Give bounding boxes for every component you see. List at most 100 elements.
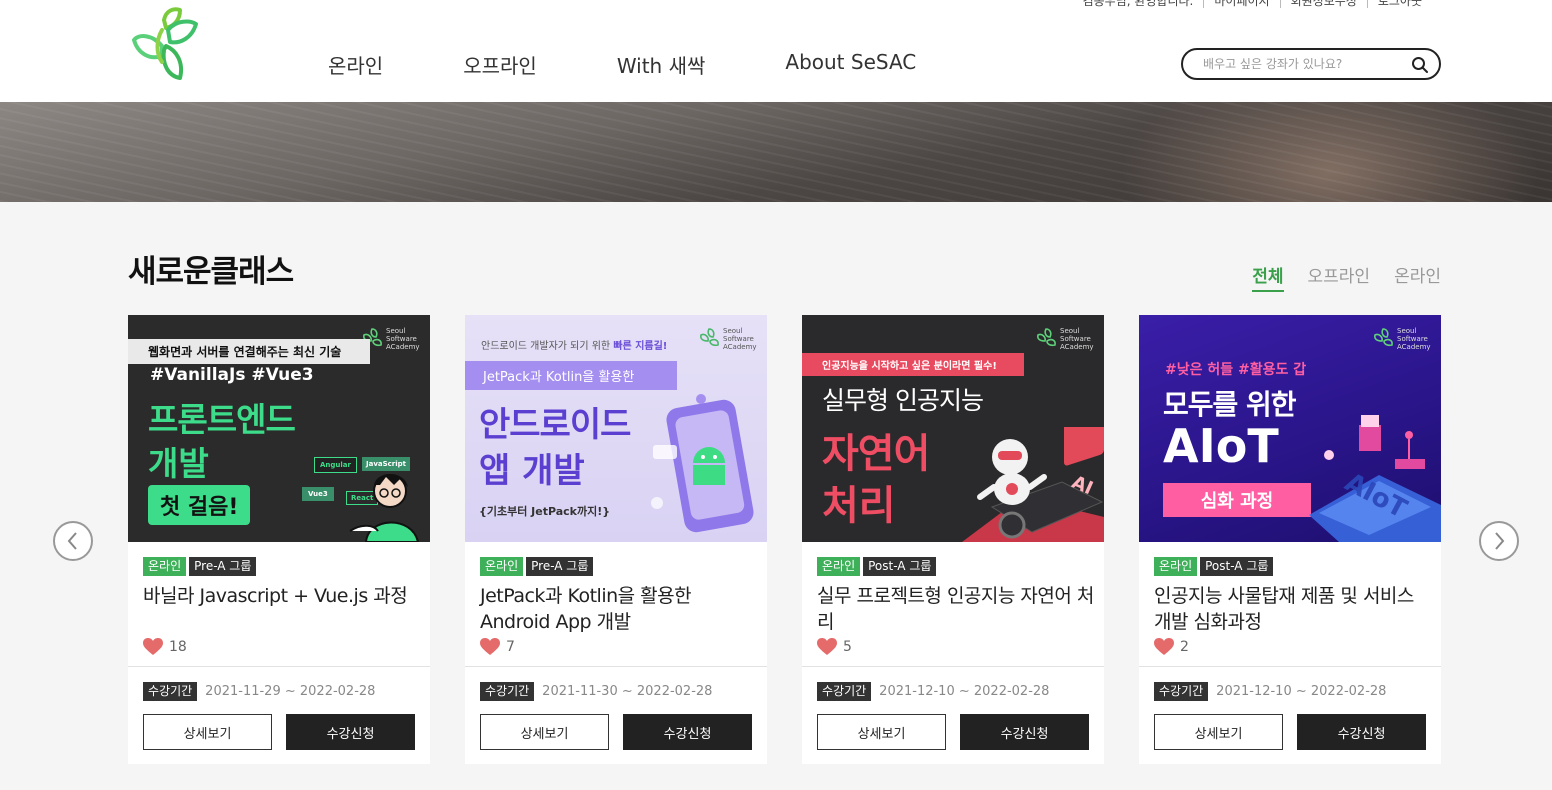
welcome-text: 김종우님, 환영합니다. <box>1082 0 1194 8</box>
class-title[interactable]: 인공지능 사물탑재 제품 및 서비스 개발 심화과정 <box>1154 583 1434 635</box>
tag-online: 온라인 <box>143 557 187 576</box>
class-title[interactable]: JetPack과 Kotlin을 활용한 Android App 개발 <box>480 583 760 635</box>
heart-icon[interactable] <box>817 638 837 656</box>
site-header: 김종우님, 환영합니다. 마이페이지 회원정보수정 로그아웃 온라인 오프라인 … <box>0 0 1552 102</box>
class-title[interactable]: 실무 프로젝트형 인공지능 자연어 처리 <box>817 583 1097 635</box>
seoul-software-academy-logo <box>1037 328 1056 347</box>
card-divider <box>465 666 767 667</box>
thumb-headline: 실무형 인공지능 <box>822 386 984 415</box>
logo-text: Seoul <box>723 327 743 335</box>
class-card[interactable]: Seoul Software ACademy 인공지능을 시작하고 싶은 분이라… <box>802 315 1104 764</box>
utility-menu: 김종우님, 환영합니다. 마이페이지 회원정보수정 로그아웃 <box>1073 0 1432 8</box>
thumb-hashtags: #낮은 허들 #활용도 갑 <box>1165 362 1307 378</box>
logo-text: Seoul <box>1397 327 1417 335</box>
thumb-headline: 프론트엔드 <box>148 400 296 439</box>
tech-chip: Vue3 <box>302 487 334 501</box>
thumb-headline: 모두를 위한 <box>1163 388 1297 421</box>
class-thumbnail[interactable]: Seoul Software ACademy 웹화면과 서버를 연결해주는 최신… <box>128 315 430 542</box>
heart-icon[interactable] <box>480 638 500 656</box>
iot-isometric-illustration <box>1309 415 1441 542</box>
tag-group-level: Pre-A 그룹 <box>189 557 257 576</box>
thumb-caption-emphasis: 빠른 지름길! <box>613 341 668 352</box>
course-period: 수강기간 2021-12-10 ~ 2022-02-28 <box>1154 682 1386 701</box>
seoul-software-academy-logo <box>1374 328 1393 347</box>
card-divider <box>802 666 1104 667</box>
thumb-band: 심화 과정 <box>1163 483 1311 517</box>
course-period: 수강기간 2021-12-10 ~ 2022-02-28 <box>817 682 1049 701</box>
like-count[interactable]: 18 <box>143 638 187 656</box>
filter-online[interactable]: 온라인 <box>1394 262 1441 292</box>
thumb-headline: 개발 <box>148 444 209 483</box>
apply-button[interactable]: 수강신청 <box>960 714 1089 750</box>
period-value: 2021-11-29 ~ 2022-02-28 <box>205 684 376 699</box>
apply-button[interactable]: 수강신청 <box>623 714 752 750</box>
tag-group: 온라인 Post-A 그룹 <box>817 557 939 576</box>
tag-group-level: Post-A 그룹 <box>1200 557 1274 576</box>
like-count-value: 2 <box>1180 639 1189 655</box>
edit-profile-link[interactable]: 회원정보수정 <box>1279 0 1367 8</box>
class-card[interactable]: Seoul Software ACademy 안드로이드 개발자가 되기 위한 … <box>465 315 767 764</box>
card-divider <box>128 666 430 667</box>
chevron-right-icon <box>1495 532 1505 550</box>
period-label: 수강기간 <box>817 682 872 701</box>
period-label: 수강기간 <box>480 682 535 701</box>
like-count-value: 18 <box>169 639 187 655</box>
thumb-hashtags: #VanillaJs #Vue3 <box>150 365 314 385</box>
thumb-badge: 첫 걸음! <box>148 485 251 525</box>
view-detail-button[interactable]: 상세보기 <box>143 714 272 750</box>
search-icon[interactable] <box>1411 56 1429 74</box>
thumb-caption: 웹화면과 서버를 연결해주는 최신 기술 <box>128 339 370 364</box>
period-label: 수강기간 <box>143 682 198 701</box>
logout-link[interactable]: 로그아웃 <box>1366 0 1432 8</box>
apply-button[interactable]: 수강신청 <box>286 714 415 750</box>
nav-with-sesac[interactable]: With 새싹 <box>617 50 706 79</box>
chevron-left-icon <box>67 532 77 550</box>
logo-text: Seoul <box>1060 327 1080 335</box>
main-nav: 온라인 오프라인 With 새싹 About SeSAC <box>328 50 996 79</box>
mypage-link[interactable]: 마이페이지 <box>1203 0 1279 8</box>
filter-all[interactable]: 전체 <box>1252 262 1284 292</box>
tag-group: 온라인 Pre-A 그룹 <box>143 557 259 576</box>
tag-online: 온라인 <box>1154 557 1198 576</box>
class-thumbnail[interactable]: Seoul Software ACademy #낮은 허들 #활용도 갑 모두를… <box>1139 315 1441 542</box>
course-period: 수강기간 2021-11-30 ~ 2022-02-28 <box>480 682 712 701</box>
tag-online: 온라인 <box>817 557 861 576</box>
like-count[interactable]: 2 <box>1154 638 1189 656</box>
logo-text: ACademy <box>723 343 757 351</box>
heart-icon[interactable] <box>1154 638 1174 656</box>
period-value: 2021-12-10 ~ 2022-02-28 <box>1216 684 1387 699</box>
class-filter-tabs: 전체 오프라인 온라인 <box>1228 262 1441 292</box>
logo-text: ACademy <box>386 343 420 351</box>
like-count[interactable]: 5 <box>817 638 852 656</box>
heart-icon[interactable] <box>143 638 163 656</box>
nav-offline[interactable]: 오프라인 <box>463 50 537 79</box>
nav-online[interactable]: 온라인 <box>328 50 383 79</box>
seoul-software-academy-logo <box>700 328 719 347</box>
class-thumbnail[interactable]: Seoul Software ACademy 안드로이드 개발자가 되기 위한 … <box>465 315 767 542</box>
carousel-prev-button[interactable] <box>53 521 93 561</box>
thumb-headline: 앱 개발 <box>479 451 585 491</box>
logo-text: ACademy <box>1060 343 1094 351</box>
nav-about-sesac[interactable]: About SeSAC <box>785 50 916 79</box>
apply-button[interactable]: 수강신청 <box>1297 714 1426 750</box>
view-detail-button[interactable]: 상세보기 <box>817 714 946 750</box>
thumb-headline: AIoT <box>1163 419 1279 473</box>
class-card[interactable]: Seoul Software ACademy #낮은 허들 #활용도 갑 모두를… <box>1139 315 1441 764</box>
sesac-logo[interactable] <box>132 6 200 82</box>
filter-offline[interactable]: 오프라인 <box>1308 262 1371 292</box>
carousel-next-button[interactable] <box>1479 521 1519 561</box>
class-title[interactable]: 바닐라 Javascript + Vue.js 과정 <box>143 583 423 609</box>
logo-text: ACademy <box>1397 343 1431 351</box>
view-detail-button[interactable]: 상세보기 <box>1154 714 1283 750</box>
thumb-subtitle: {기초부터 JetPack까지!} <box>479 505 611 518</box>
tag-group: 온라인 Pre-A 그룹 <box>480 557 596 576</box>
like-count-value: 5 <box>843 639 852 655</box>
class-thumbnail[interactable]: Seoul Software ACademy 인공지능을 시작하고 싶은 분이라… <box>802 315 1104 542</box>
tag-group-level: Pre-A 그룹 <box>526 557 594 576</box>
view-detail-button[interactable]: 상세보기 <box>480 714 609 750</box>
class-card[interactable]: Seoul Software ACademy 웹화면과 서버를 연결해주는 최신… <box>128 315 430 764</box>
like-count[interactable]: 7 <box>480 638 515 656</box>
search-input[interactable] <box>1203 57 1403 71</box>
logo-text: Software <box>1397 335 1428 343</box>
logo-text: Software <box>1060 335 1091 343</box>
